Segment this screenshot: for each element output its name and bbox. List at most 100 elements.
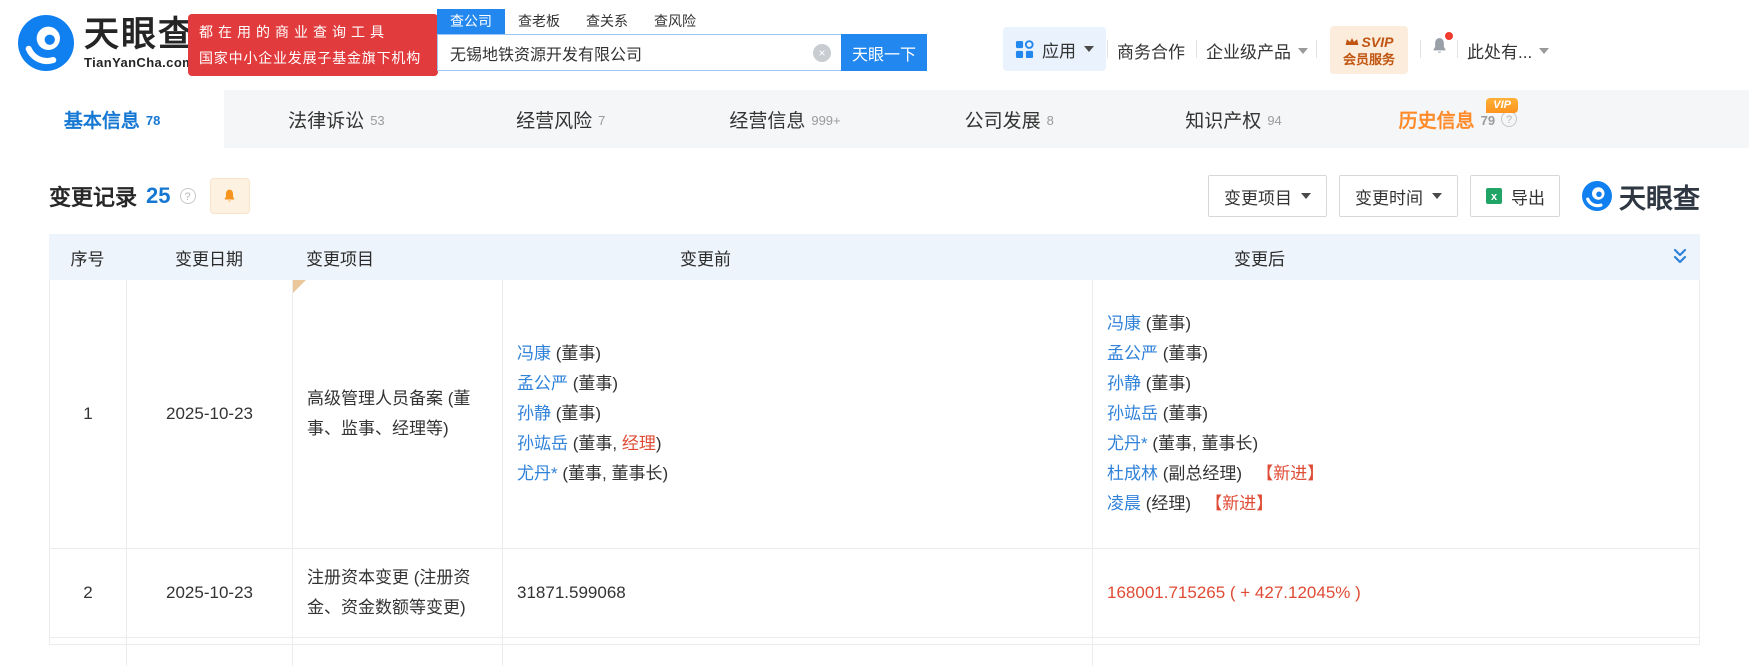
apps-menu[interactable]: 应用 bbox=[1003, 27, 1106, 71]
person-link[interactable]: 孟公严 bbox=[517, 374, 568, 393]
search-button[interactable]: 天眼一下 bbox=[841, 34, 927, 71]
search-tabs: 查公司 查老板 查关系 查风险 bbox=[437, 9, 927, 34]
account-menu[interactable]: 此处有... bbox=[1467, 38, 1550, 63]
tab-business-info[interactable]: 经营信息 999+ bbox=[673, 90, 897, 148]
search-box: × 天眼一下 bbox=[437, 34, 927, 71]
table-header-row: 序号 变更日期 变更项目 变更前 变更后 bbox=[49, 234, 1700, 280]
tab-count: 999+ bbox=[811, 113, 841, 128]
tab-count: 8 bbox=[1046, 113, 1054, 128]
excel-icon: x bbox=[1485, 187, 1503, 205]
person-link[interactable]: 孙竑岳 bbox=[517, 434, 568, 453]
search-tab-relation[interactable]: 查关系 bbox=[573, 9, 641, 34]
col-header-no: 序号 bbox=[70, 249, 105, 269]
divider bbox=[1107, 40, 1108, 58]
cell-after: 冯康 (董事) 孟公严 (董事) 孙静 (董事) 孙竑岳 (董事) 尤丹* (董事, 董… bbox=[1107, 314, 1325, 513]
search-tab-risk[interactable]: 查风险 bbox=[641, 9, 709, 34]
svip-member-service[interactable]: SVIP 会员服务 bbox=[1330, 26, 1408, 74]
tab-label: 知识产权 bbox=[1185, 110, 1262, 132]
business-label: 商务合作 bbox=[1117, 43, 1185, 62]
tab-legal-litigation[interactable]: 法律诉讼 53 bbox=[224, 90, 448, 148]
tab-intellectual-property[interactable]: 知识产权 94 bbox=[1121, 90, 1345, 148]
tab-label: 公司发展 bbox=[964, 110, 1041, 132]
col-header-after: 变更后 bbox=[1234, 249, 1285, 269]
collapse-all-icon[interactable] bbox=[1671, 247, 1689, 267]
slogan-line1: 都在用的商业查询工具 bbox=[199, 24, 389, 40]
person-link[interactable]: 尤丹* bbox=[517, 464, 558, 483]
tianyancha-logo[interactable]: 天眼查 TianYanCha.com bbox=[18, 15, 195, 71]
tab-count: 7 bbox=[598, 113, 606, 128]
cell-change-item: 高级管理人员备案 (董事、监事、经理等) bbox=[293, 280, 503, 548]
tab-basic-info[interactable]: 基本信息 78 bbox=[0, 90, 225, 148]
export-button[interactable]: x 导出 bbox=[1470, 175, 1560, 217]
tab-label: 经营风险 bbox=[516, 110, 593, 132]
company-nav-bar: 基本信息 78 法律诉讼 53 经营风险 7 经营信息 999+ 公司发展 8 … bbox=[0, 90, 1749, 148]
svip-label: SVIP bbox=[1361, 33, 1394, 50]
cell-before: 31871.599068 bbox=[503, 549, 1093, 637]
note-corner-marker bbox=[293, 280, 306, 293]
table-row: 2 2025-10-23 注册资本变更 (注册资金、资金数额等变更) 31871… bbox=[50, 549, 1699, 638]
person-link[interactable]: 杜成林 bbox=[1107, 464, 1158, 483]
person-link[interactable]: 孟公严 bbox=[1107, 344, 1158, 363]
tab-operating-risk[interactable]: 经营风险 7 bbox=[449, 90, 673, 148]
divider bbox=[1316, 40, 1317, 58]
person-link[interactable]: 孙静 bbox=[517, 404, 551, 423]
filter-change-time-dropdown[interactable]: 变更时间 bbox=[1339, 175, 1458, 217]
chevron-down-icon bbox=[1301, 193, 1311, 199]
top-bar: 天眼查 TianYanCha.com 都在用的商业查询工具 国家中小企业发展子基… bbox=[0, 0, 1749, 90]
apps-label: 应用 bbox=[1042, 41, 1076, 61]
section-count: 25 bbox=[146, 183, 171, 208]
cell-change-item: 注册资本变更 (注册资金、资金数额等变更) bbox=[293, 549, 503, 637]
tab-label: 基本信息 bbox=[63, 110, 140, 132]
chevron-down-icon bbox=[1432, 193, 1442, 199]
cell-no: 1 bbox=[50, 280, 127, 548]
divider bbox=[1420, 40, 1421, 58]
search-tab-boss[interactable]: 查老板 bbox=[505, 9, 573, 34]
col-header-before: 变更前 bbox=[680, 249, 731, 269]
tab-company-development[interactable]: 公司发展 8 bbox=[897, 90, 1121, 148]
help-icon[interactable]: ? bbox=[179, 188, 196, 204]
search-tab-company[interactable]: 查公司 bbox=[437, 9, 505, 34]
menu-enterprise-products[interactable]: 企业级产品 bbox=[1206, 38, 1308, 63]
person-link[interactable]: 凌晨 bbox=[1107, 494, 1141, 513]
cell-date: 2025-10-23 bbox=[127, 280, 293, 548]
tab-history-info[interactable]: VIP 历史信息 79 ? bbox=[1346, 90, 1570, 148]
notification-bell-icon[interactable] bbox=[1429, 32, 1453, 62]
notification-dot bbox=[1445, 32, 1453, 40]
person-link[interactable]: 尤丹* bbox=[1107, 434, 1148, 453]
search-area: 查公司 查老板 查关系 查风险 × 天眼一下 bbox=[437, 9, 927, 71]
brand-domain: TianYanCha.com bbox=[84, 54, 195, 70]
watermark-label: 天眼查 bbox=[1619, 183, 1700, 214]
table-row-partial bbox=[50, 638, 1699, 666]
person-link[interactable]: 冯康 bbox=[517, 344, 551, 363]
slogan-line2: 国家中小企业发展子基金旗下机构 bbox=[199, 50, 421, 66]
cell-no: 2 bbox=[50, 549, 127, 637]
filter-label: 变更项目 bbox=[1224, 188, 1292, 208]
brand-name: 天眼查 bbox=[84, 14, 196, 54]
col-header-date: 变更日期 bbox=[175, 249, 243, 269]
tab-count: 79 bbox=[1480, 113, 1496, 128]
cell-date: 2025-10-23 bbox=[127, 549, 293, 637]
tab-label: 历史信息 bbox=[1398, 110, 1475, 132]
help-icon[interactable]: ? bbox=[1501, 111, 1518, 127]
filter-change-item-dropdown[interactable]: 变更项目 bbox=[1208, 175, 1327, 217]
col-header-item: 变更项目 bbox=[306, 249, 374, 269]
apps-grid-icon bbox=[1015, 39, 1034, 59]
table-body: 1 2025-10-23 高级管理人员备案 (董事、监事、经理等) 冯康 (董事… bbox=[49, 280, 1700, 666]
tab-label: 经营信息 bbox=[729, 110, 806, 132]
monitor-bell-button[interactable] bbox=[209, 178, 250, 214]
account-label: 此处有... bbox=[1467, 43, 1533, 62]
table-row: 1 2025-10-23 高级管理人员备案 (董事、监事、经理等) 冯康 (董事… bbox=[50, 280, 1699, 549]
person-link[interactable]: 孙竑岳 bbox=[1107, 404, 1158, 423]
tab-count: 94 bbox=[1267, 113, 1282, 128]
menu-business-cooperation[interactable]: 商务合作 bbox=[1117, 38, 1185, 63]
chevron-down-icon bbox=[1298, 47, 1308, 54]
person-link[interactable]: 冯康 bbox=[1107, 314, 1141, 333]
clear-search-icon[interactable]: × bbox=[813, 43, 831, 62]
search-input[interactable] bbox=[438, 35, 841, 70]
crown-icon bbox=[1345, 37, 1359, 46]
person-link[interactable]: 孙静 bbox=[1107, 374, 1141, 393]
tianyancha-swirl-icon bbox=[1582, 181, 1612, 211]
section-title: 变更记录 bbox=[49, 185, 138, 210]
divider bbox=[1196, 40, 1197, 58]
tianyancha-swirl-icon bbox=[18, 15, 74, 71]
